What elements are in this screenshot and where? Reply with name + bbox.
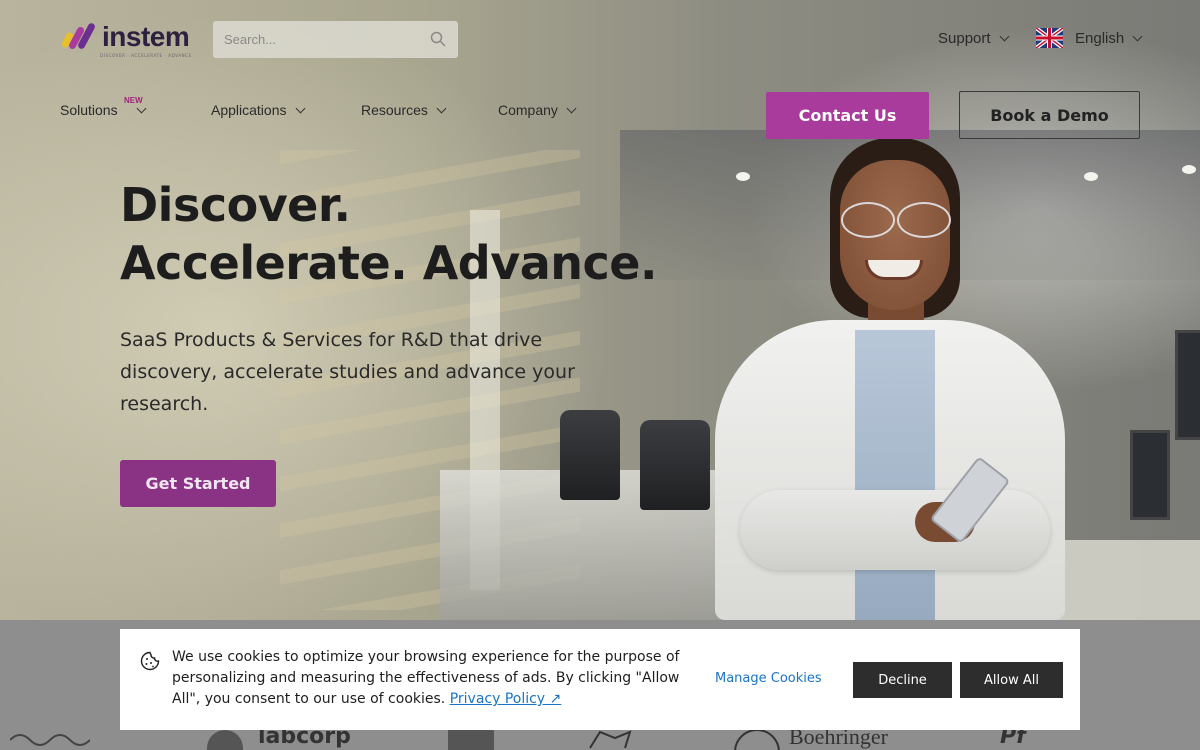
search-input[interactable] (213, 21, 423, 58)
manage-cookies-link[interactable]: Manage Cookies (715, 671, 822, 686)
nav-label: Company (498, 102, 558, 118)
headline-line: Discover. (120, 178, 351, 232)
nav-resources[interactable]: Resources (361, 102, 447, 118)
nav-company[interactable]: Company (498, 102, 577, 118)
chevron-down-icon (566, 103, 577, 113)
get-started-button[interactable]: Get Started (120, 460, 276, 507)
instem-logo[interactable]: instem DISCOVER · ACCELERATE · ADVANCE (60, 21, 191, 58)
privacy-policy-link[interactable]: Privacy Policy ↗ (450, 691, 562, 707)
chevron-down-icon (436, 103, 447, 113)
hero-headline: Discover. Accelerate. Advance. (120, 176, 657, 292)
cookie-message-text: We use cookies to optimize your browsing… (172, 649, 680, 707)
headline-line: Accelerate. Advance. (120, 236, 657, 290)
chevron-down-icon (999, 31, 1009, 42)
language-selector[interactable]: English (1036, 28, 1143, 48)
partner-square-logo-icon (448, 730, 494, 750)
nav-applications[interactable]: Applications (211, 102, 305, 118)
partner-animal-logo-icon (589, 730, 632, 749)
support-label: Support (938, 30, 991, 47)
logo-mark-icon (60, 21, 98, 54)
contact-us-button[interactable]: Contact Us (766, 92, 929, 139)
language-label: English (1075, 29, 1125, 47)
cookie-icon (140, 651, 160, 671)
nav-label: Solutions (60, 102, 118, 118)
cookie-message: We use cookies to optimize your browsing… (172, 647, 692, 710)
chevron-down-icon (295, 103, 305, 113)
support-menu[interactable]: Support (938, 30, 1009, 47)
logo-text: instem (102, 21, 190, 52)
labcorp-mark-icon (207, 730, 243, 750)
boehringer-mark-icon (734, 729, 780, 750)
nav-solutions[interactable]: Solutions NEW (60, 96, 147, 118)
logo-tagline: DISCOVER · ACCELERATE · ADVANCE (100, 53, 192, 58)
hero-subtitle: SaaS Products & Services for R&D that dr… (120, 329, 575, 415)
nav-label: Applications (211, 102, 287, 118)
partner-wave-logo-icon (10, 734, 90, 746)
cookie-banner: We use cookies to optimize your browsing… (120, 629, 1080, 730)
book-demo-button[interactable]: Book a Demo (959, 91, 1140, 139)
search-icon[interactable] (430, 31, 446, 47)
nav-label: Resources (361, 102, 428, 118)
allow-all-button[interactable]: Allow All (960, 662, 1063, 698)
uk-flag-icon (1036, 28, 1063, 48)
chevron-down-icon (1132, 31, 1143, 41)
search-box[interactable] (213, 21, 458, 58)
decline-button[interactable]: Decline (853, 662, 952, 698)
